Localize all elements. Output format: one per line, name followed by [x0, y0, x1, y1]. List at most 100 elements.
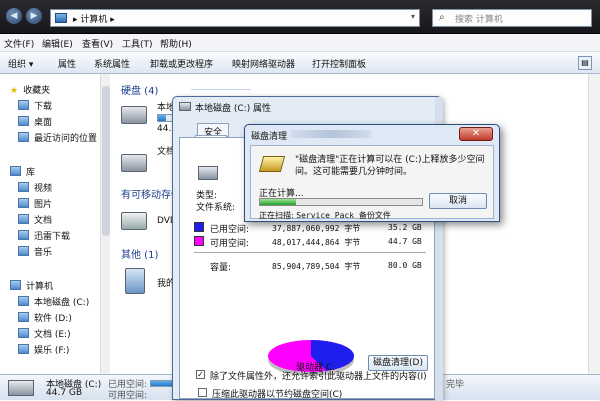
cancel-button[interactable]: 取消: [429, 193, 487, 209]
nav-label: 文档 (E:): [34, 330, 71, 340]
free-space-gb: 44.7 GB: [388, 237, 422, 246]
menu-file[interactable]: 文件(F): [4, 37, 34, 50]
folder-icon: [18, 214, 29, 224]
folder-icon: [18, 230, 29, 240]
nav-label: 本地磁盘 (C:): [34, 298, 90, 308]
drive-capacity-bar: [157, 114, 173, 122]
nav-videos[interactable]: 视频: [18, 181, 52, 194]
title-bar: ◀ ▶ ▸ 计算机 ▸ ▾ ⌕ 搜索 计算机: [0, 0, 600, 34]
divider: [194, 252, 426, 253]
nav-label: 视频: [34, 184, 53, 194]
cleanup-detail: 正在扫描: Service Pack 备份文件: [259, 210, 391, 221]
nav-computer[interactable]: 计算机: [10, 279, 53, 292]
nav-desktop[interactable]: 桌面: [18, 115, 52, 128]
folder-icon: [18, 246, 29, 256]
nav-label: 文档: [34, 216, 53, 226]
nav-downloads[interactable]: 下载: [18, 99, 52, 112]
properties-button[interactable]: 属性: [58, 57, 76, 70]
cleanup-title: 磁盘清理: [251, 132, 288, 142]
nav-label: 库: [26, 168, 36, 178]
computer-icon: [10, 280, 21, 290]
back-button[interactable]: ◀: [6, 8, 22, 24]
nav-scrollbar[interactable]: [100, 74, 110, 374]
group-hard-disks[interactable]: 硬盘 (4): [121, 82, 158, 97]
drive-icon: [179, 102, 191, 111]
star-icon: ★: [10, 86, 19, 96]
folder-icon: [18, 116, 29, 126]
compress-checkbox[interactable]: [198, 388, 207, 397]
search-icon: ⌕: [439, 12, 445, 23]
folder-icon: [18, 100, 29, 110]
menu-tools[interactable]: 工具(T): [122, 37, 153, 50]
group-divider: [191, 89, 251, 90]
cleanup-progress-fill: [260, 199, 296, 205]
capacity-bytes: 85,904,789,504 字节: [272, 262, 361, 271]
used-space-gb: 35.2 GB: [388, 223, 422, 232]
compress-label: 压缩此驱动器以节约磁盘空间(C): [212, 390, 343, 400]
system-properties-button[interactable]: 系统属性: [94, 57, 130, 70]
organize-button[interactable]: 组织 ▾: [8, 57, 33, 70]
folder-icon: [18, 198, 29, 208]
control-panel-button[interactable]: 打开控制面板: [312, 57, 366, 70]
nav-drive-f[interactable]: 娱乐 (F:): [18, 343, 69, 356]
drive-capacity-fill: [158, 115, 166, 121]
drive-icon: [8, 380, 34, 396]
nav-label: 图片: [34, 200, 53, 210]
nav-scroll-thumb[interactable]: [102, 86, 110, 236]
nav-label: 收藏夹: [23, 86, 51, 96]
free-space-swatch: [194, 236, 204, 246]
nav-label: 娱乐 (F:): [34, 346, 70, 356]
device-icon: [125, 268, 145, 294]
properties-title: 本地磁盘 (C:) 属性: [195, 104, 272, 114]
nav-recent[interactable]: 最近访问的位置: [18, 131, 97, 144]
chevron-down-icon[interactable]: ▾: [411, 12, 415, 21]
navigation-pane: ★ 收藏夹 下载 桌面 最近访问的位置 库 视频 图片 文档 迅雷下载 音乐 计算…: [0, 74, 110, 374]
free-space-label: 可用空间:: [210, 239, 250, 249]
dvd-icon: [121, 212, 147, 230]
group-other[interactable]: 其他 (1): [121, 246, 158, 261]
drive-icon: [198, 166, 218, 180]
library-icon: [10, 166, 21, 176]
search-input[interactable]: ⌕ 搜索 计算机: [432, 9, 592, 27]
view-options-icon[interactable]: ▤: [578, 56, 592, 70]
drive-icon: [18, 296, 29, 306]
close-button[interactable]: ✕: [459, 127, 493, 141]
menu-help[interactable]: 帮助(H): [160, 37, 192, 50]
cleanup-body: "磁盘清理"正在计算可以在 (C:)上释放多少空间 间。这可能需要几分钟时间。 …: [250, 145, 494, 221]
cleanup-message-line2: 间。这可能需要几分钟时间。: [295, 167, 413, 177]
used-space-label: 已用空间:: [210, 225, 250, 235]
disk-cleanup-dialog: 磁盘清理 ✕ "磁盘清理"正在计算可以在 (C:)上释放多少空间 间。这可能需要…: [244, 124, 500, 222]
nav-drive-e[interactable]: 文档 (E:): [18, 327, 71, 340]
nav-favorites[interactable]: ★ 收藏夹: [10, 83, 50, 96]
map-drive-button[interactable]: 映射网络驱动器: [232, 57, 295, 70]
capacity-label: 容量:: [210, 263, 232, 273]
index-label: 除了文件属性外，还允许索引此驱动器上文件的内容(I): [210, 372, 427, 382]
drive-icon: [121, 154, 147, 172]
menu-view[interactable]: 查看(V): [82, 37, 113, 50]
nav-label: 桌面: [34, 118, 53, 128]
nav-drive-c[interactable]: 本地磁盘 (C:): [18, 295, 89, 308]
command-bar: 组织 ▾ 属性 系统属性 卸载或更改程序 映射网络驱动器 打开控制面板 ▤: [0, 52, 600, 74]
nav-documents[interactable]: 文档: [18, 213, 52, 226]
index-checkbox[interactable]: ✓: [196, 370, 205, 379]
nav-label: 音乐: [34, 248, 53, 258]
menu-edit[interactable]: 编辑(E): [42, 37, 73, 50]
search-placeholder: 搜索 计算机: [455, 15, 503, 25]
nav-label: 迅雷下载: [34, 232, 71, 242]
used-space-swatch: [194, 222, 204, 232]
uninstall-button[interactable]: 卸载或更改程序: [150, 57, 213, 70]
address-text: ▸ 计算机 ▸: [73, 15, 115, 25]
used-space-bytes: 37,887,060,992 字节: [272, 224, 361, 233]
nav-xunlei[interactable]: 迅雷下载: [18, 229, 70, 242]
forward-button[interactable]: ▶: [26, 8, 42, 24]
cleanup-progress-bar: [259, 198, 423, 206]
nav-drive-d[interactable]: 软件 (D:): [18, 311, 72, 324]
nav-library[interactable]: 库: [10, 165, 35, 178]
computer-icon: [55, 13, 67, 23]
nav-music[interactable]: 音乐: [18, 245, 52, 258]
content-scrollbar[interactable]: [588, 74, 600, 374]
address-bar[interactable]: ▸ 计算机 ▸ ▾: [50, 9, 420, 27]
status-free-label: 可用空间:: [108, 391, 148, 401]
nav-pictures[interactable]: 图片: [18, 197, 52, 210]
free-space-bytes: 48,017,444,864 字节: [272, 238, 361, 247]
